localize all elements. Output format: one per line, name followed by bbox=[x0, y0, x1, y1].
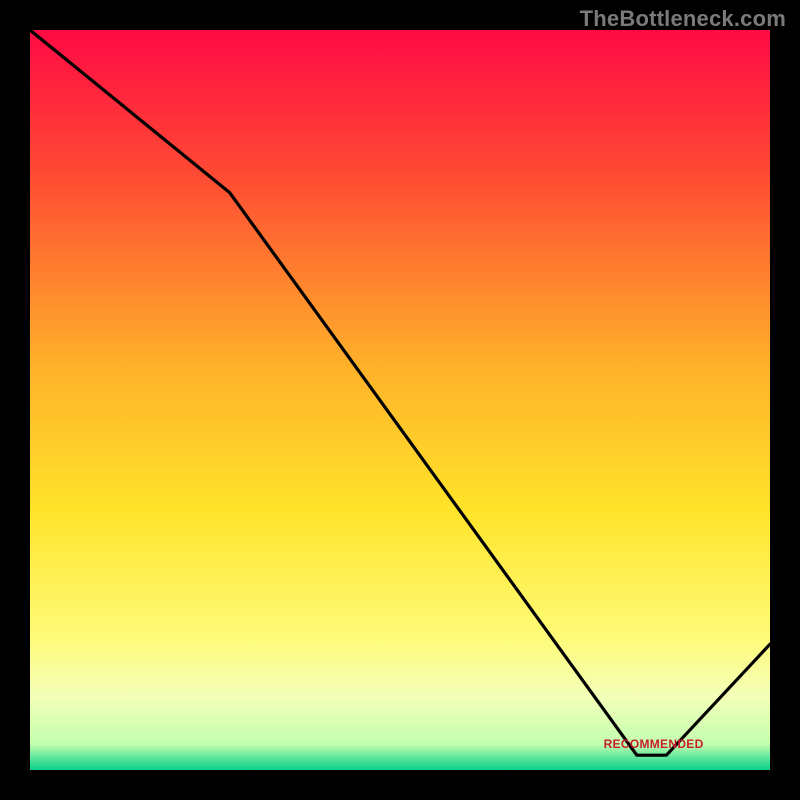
chart-root: TheBottleneck.com RECOMMENDED bbox=[0, 0, 800, 800]
watermark-text: TheBottleneck.com bbox=[580, 6, 786, 32]
recommended-label: RECOMMENDED bbox=[604, 737, 704, 751]
curve-layer bbox=[30, 30, 770, 770]
plot-area: RECOMMENDED bbox=[30, 30, 770, 770]
bottleneck-curve bbox=[30, 30, 770, 755]
